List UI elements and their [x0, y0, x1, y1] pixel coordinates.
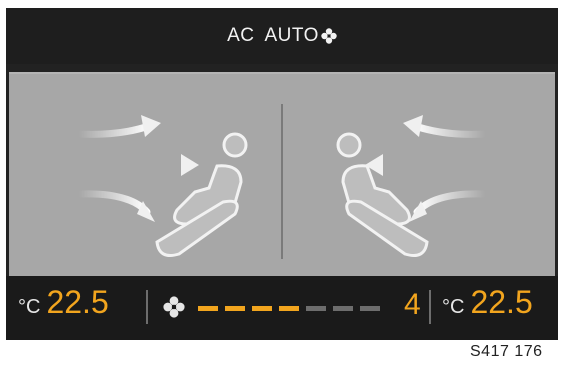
right-temperature-value: 22.5	[470, 284, 533, 320]
fan-speed-segment	[252, 306, 272, 311]
fan-speed-segment	[279, 306, 299, 311]
seat-occupant-left-icon	[155, 132, 248, 257]
auto-status-label: AUTO	[264, 25, 319, 46]
airflow-arrows-left-icon	[75, 122, 188, 216]
airflow-diagram	[9, 72, 555, 277]
fan-speed-value: 4	[404, 288, 421, 321]
fan-icon	[163, 296, 185, 318]
left-temperature-control[interactable]: °C 22.5	[18, 284, 109, 328]
fan-speed-segment	[333, 306, 353, 311]
fan-speed-segment	[225, 306, 245, 311]
right-temperature-unit: °C	[442, 296, 465, 318]
ac-status-label: AC	[227, 25, 255, 46]
fan-speed-segment	[360, 306, 380, 311]
left-temperature-value: 22.5	[46, 284, 109, 320]
figure-caption: S417 176	[470, 343, 543, 360]
fan-speed-segment	[306, 306, 326, 311]
control-bar: °C 22.5 4 °C 22.5	[6, 276, 558, 340]
fan-speed-segment	[198, 306, 218, 311]
climate-display: AC AUTO °C 22.5 4 °C 22.5	[6, 8, 558, 340]
seat-occupant-right-icon	[336, 132, 429, 257]
left-temperature-unit: °C	[18, 296, 41, 318]
status-bar: AC AUTO	[6, 8, 558, 64]
right-temperature-control[interactable]: °C 22.5	[442, 284, 533, 328]
divider	[429, 290, 431, 324]
divider	[146, 290, 148, 324]
fan-icon	[321, 28, 337, 44]
